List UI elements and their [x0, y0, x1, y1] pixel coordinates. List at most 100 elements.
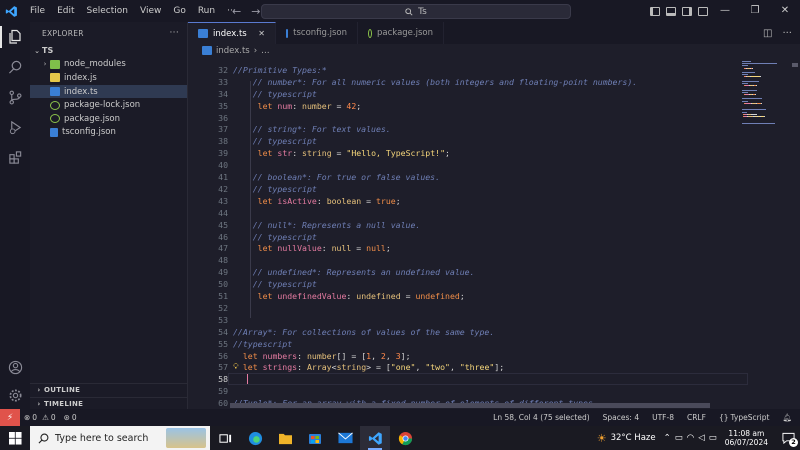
vertical-scrollbar[interactable] — [790, 57, 800, 409]
weather-icon[interactable]: ☀︎ — [597, 432, 607, 445]
extensions-icon[interactable] — [0, 142, 30, 172]
code-line[interactable]: 41 // boolean*: For true or false values… — [188, 171, 748, 183]
language-mode[interactable]: {} TypeScript — [715, 413, 774, 422]
customize-layout-icon[interactable] — [698, 6, 708, 16]
mail-icon[interactable] — [330, 426, 360, 450]
search-icon[interactable] — [0, 52, 30, 82]
weather-text[interactable]: 32°C Haze — [611, 433, 656, 443]
files-icon[interactable] — [0, 22, 30, 52]
menu-go[interactable]: Go — [167, 0, 191, 22]
cursor-position[interactable]: Ln 58, Col 4 (75 selected) — [489, 413, 594, 422]
code-line[interactable]: 50 // typescript — [188, 278, 748, 290]
menu-run[interactable]: Run — [192, 0, 221, 22]
taskbar-search[interactable]: Type here to search — [30, 426, 210, 450]
minimap[interactable] — [738, 57, 790, 409]
code-line[interactable]: 38 // typescript — [188, 135, 748, 147]
menu-selection[interactable]: Selection — [81, 0, 134, 22]
ports-indicator[interactable]: ⊛ 0 — [60, 413, 81, 422]
task-view-icon[interactable] — [210, 426, 240, 450]
vscode-taskbar-icon[interactable] — [360, 426, 390, 450]
close-icon[interactable]: ✕ — [258, 29, 265, 38]
code-line[interactable]: 34 // typescript — [188, 88, 748, 100]
tree-item-index-ts[interactable]: index.ts — [30, 84, 187, 99]
code-line[interactable]: 47 let nullValue: null = null; — [188, 243, 748, 255]
split-editor-icon[interactable]: ◫ — [763, 28, 772, 39]
forward-arrow-icon[interactable]: → — [251, 5, 260, 18]
outline-section[interactable]: › OUTLINE — [30, 383, 188, 396]
code-line[interactable]: 33 // number*: For all numeric values (b… — [188, 76, 748, 88]
code-line[interactable]: 59 — [188, 385, 748, 397]
tree-item-node-modules[interactable]: › node_modules — [30, 58, 187, 72]
battery-icon[interactable]: ▭ — [709, 433, 717, 443]
breadcrumb-file[interactable]: index.ts — [216, 46, 250, 56]
code-line[interactable]: 49 // undefined*: Represents an undefine… — [188, 266, 748, 278]
network-icon[interactable]: ▭ — [675, 433, 683, 443]
code-editor[interactable]: 32//Primitive Types:* 33 // number*: For … — [188, 57, 800, 409]
menu-view[interactable]: View — [134, 0, 167, 22]
run-debug-icon[interactable] — [0, 112, 30, 142]
tab-tsconfig-json[interactable]: tsconfig.json — [276, 22, 358, 44]
tab-package-json[interactable]: package.json — [358, 22, 444, 44]
chrome-browser-icon[interactable] — [390, 426, 420, 450]
tree-item-package-lock-json[interactable]: package-lock.json — [30, 98, 187, 112]
notification-center-icon[interactable]: 2 — [776, 426, 800, 450]
code-line[interactable]: 42 // typescript — [188, 183, 748, 195]
code-line[interactable]: 46 // typescript — [188, 231, 748, 243]
close-window-button[interactable]: ✕ — [770, 0, 800, 22]
volume-icon[interactable]: ◁ — [698, 433, 705, 443]
microsoft-store-icon[interactable] — [300, 426, 330, 450]
menu-edit[interactable]: Edit — [51, 0, 80, 22]
code-line[interactable]: 48 — [188, 254, 748, 266]
wifi-icon[interactable]: ◠ — [687, 433, 694, 443]
code-line[interactable]: 32 //Primitive Types:* — [188, 64, 748, 76]
code-line[interactable]: 39 let str: string = "Hello, TypeScript!… — [188, 147, 748, 159]
breadcrumb-more[interactable]: … — [261, 46, 270, 56]
code-line[interactable]: 53 — [188, 314, 748, 326]
encoding[interactable]: UTF-8 — [648, 413, 678, 422]
lightbulb-icon[interactable]: 💡︎ — [233, 362, 239, 372]
toggle-panel-icon[interactable] — [666, 6, 676, 16]
code-line[interactable]: 40 — [188, 159, 748, 171]
code-line[interactable]: 54 //Array*: For collections of values of… — [188, 326, 748, 338]
restore-button[interactable]: ❐ — [740, 0, 770, 22]
more-actions-icon[interactable]: ··· — [782, 28, 792, 39]
code-line[interactable]: 51 let undefinedValue: undefined = undef… — [188, 290, 748, 302]
minimize-button[interactable]: — — [710, 0, 740, 22]
code-line[interactable]: 56 let numbers: number[] = [1, 2, 3]; — [188, 350, 748, 362]
clock[interactable]: 11:08 am 06/07/2024 — [721, 429, 772, 447]
source-control-icon[interactable] — [0, 82, 30, 112]
gear-icon[interactable] — [0, 380, 30, 410]
toggle-sidebar-icon[interactable] — [650, 6, 660, 16]
code-line[interactable]: 44 — [188, 207, 748, 219]
tab-index-ts[interactable]: index.ts ✕ — [188, 22, 276, 44]
code-line[interactable]: 52 — [188, 302, 748, 314]
code-line[interactable]: 37 // string*: For text values. — [188, 124, 748, 136]
code-line[interactable]: 55 //typescript — [188, 338, 748, 350]
explorer-more-button[interactable]: ··· — [170, 28, 179, 38]
chevron-up-icon[interactable]: ⌃ — [664, 433, 671, 443]
code-line[interactable]: 58 — [188, 373, 748, 385]
scroll-thumb[interactable] — [792, 63, 798, 67]
menu-file[interactable]: File — [24, 0, 51, 22]
toggle-secondary-sidebar-icon[interactable] — [682, 6, 692, 16]
explorer-root-folder[interactable]: ⌄ TS — [30, 44, 187, 58]
horizontal-scrollbar[interactable] — [230, 403, 710, 408]
problems-indicator[interactable]: ⊗ 0 ⚠ 0 — [20, 413, 60, 422]
code-line[interactable]: 57 let strings: Array<string> = ["one", … — [188, 362, 748, 374]
edge-browser-icon[interactable] — [240, 426, 270, 450]
back-arrow-icon[interactable]: ← — [232, 5, 241, 18]
indentation[interactable]: Spaces: 4 — [599, 413, 643, 422]
code-line[interactable]: 35 let num: number = 42; — [188, 100, 748, 112]
remote-indicator-icon[interactable]: ⚡ — [0, 409, 20, 426]
command-center[interactable]: Ts — [261, 4, 571, 19]
code-line[interactable]: 43 let isActive: boolean = true; — [188, 195, 748, 207]
tree-item-index-js[interactable]: index.js — [30, 71, 187, 85]
code-line[interactable]: 36 — [188, 112, 748, 124]
line-ending[interactable]: CRLF — [683, 413, 710, 422]
code-line[interactable]: 45 // null*: Represents a null value. — [188, 219, 748, 231]
tree-item-tsconfig-json[interactable]: tsconfig.json — [30, 126, 187, 140]
windows-start-icon[interactable] — [0, 426, 30, 450]
file-explorer-icon[interactable] — [270, 426, 300, 450]
tree-item-package-json[interactable]: package.json — [30, 112, 187, 126]
notifications-bell-icon[interactable]: 🔔︎ — [778, 413, 796, 422]
